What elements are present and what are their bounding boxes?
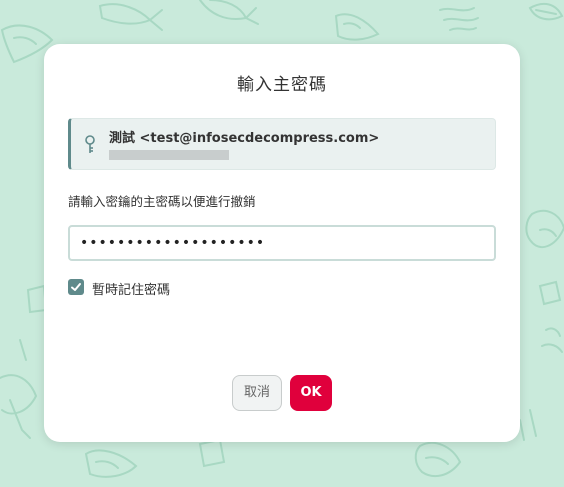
account-name: 測試 <test@infosecdecompress.com>: [109, 131, 380, 146]
account-fingerprint-redacted: [109, 150, 229, 160]
remember-password-checkbox[interactable]: [68, 279, 84, 295]
cancel-button[interactable]: 取消: [232, 375, 282, 411]
background: 輸入主密碼 測試 <test@infosecdecompress.com> 請輸…: [0, 0, 564, 487]
instruction-text: 請輸入密鑰的主密碼以便進行撤銷: [68, 194, 256, 209]
remember-password-label[interactable]: 暫時記住密碼: [92, 279, 170, 298]
ok-button[interactable]: OK: [290, 375, 332, 411]
checkmark-icon: [71, 283, 81, 291]
master-password-input[interactable]: [68, 225, 496, 261]
key-icon: [85, 135, 95, 153]
account-card: 測試 <test@infosecdecompress.com>: [68, 118, 496, 170]
dialog-title: 輸入主密碼: [237, 75, 327, 95]
master-password-dialog: 輸入主密碼 測試 <test@infosecdecompress.com> 請輸…: [44, 44, 520, 442]
